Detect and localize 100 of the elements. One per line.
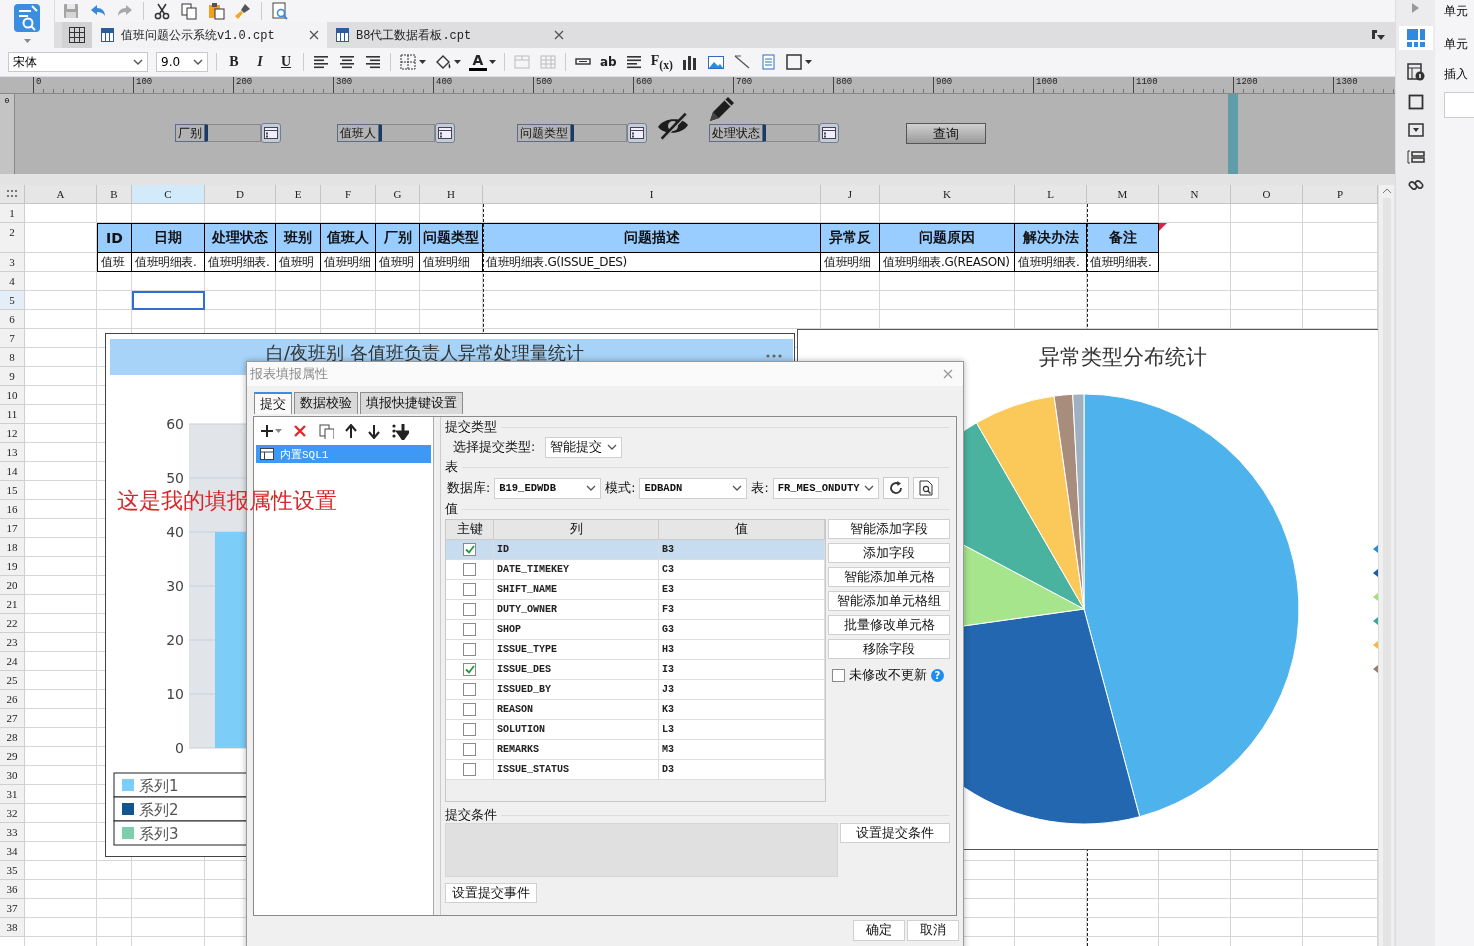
- frame-icon[interactable]: [1407, 94, 1424, 110]
- image-icon[interactable]: [706, 53, 725, 71]
- dialog-button[interactable]: 取消: [907, 920, 959, 941]
- scroll-up-icon[interactable]: [1381, 188, 1392, 194]
- row-header[interactable]: 7: [0, 329, 25, 348]
- caret-icon[interactable]: [732, 485, 743, 491]
- row-header[interactable]: 2: [0, 223, 25, 253]
- action-button[interactable]: 智能添加单元格: [828, 567, 950, 587]
- row-header[interactable]: 12: [0, 424, 25, 443]
- row-header[interactable]: 3: [0, 253, 25, 272]
- row-header[interactable]: 32: [0, 804, 25, 823]
- form-widget-button[interactable]: [435, 123, 455, 143]
- paste-icon[interactable]: [207, 2, 225, 20]
- caret-icon[interactable]: [454, 60, 461, 64]
- field-row[interactable]: DUTY_OWNER F3: [446, 600, 825, 620]
- italic-button[interactable]: I: [251, 54, 269, 70]
- row-header[interactable]: 15: [0, 481, 25, 500]
- checkbox[interactable]: [463, 603, 476, 616]
- checkbox[interactable]: [463, 723, 476, 736]
- row-header[interactable]: 5: [0, 291, 25, 310]
- column-header[interactable]: I: [483, 185, 821, 204]
- caret-icon[interactable]: [863, 485, 874, 491]
- column-header[interactable]: F: [321, 185, 376, 204]
- row-header[interactable]: 23: [0, 633, 25, 652]
- action-button[interactable]: 设置提交事件: [445, 883, 537, 903]
- checkbox[interactable]: [463, 583, 476, 596]
- cut-icon[interactable]: [153, 2, 171, 20]
- field-row[interactable]: ISSUE_DES I3: [446, 660, 825, 680]
- file-tab[interactable]: B8代工数据看板.cpt: [327, 22, 572, 48]
- close-icon[interactable]: [554, 30, 564, 40]
- file-tab[interactable]: 值班问题公示系统v1.0.cpt: [92, 22, 327, 48]
- caret-icon[interactable]: [489, 60, 496, 64]
- merge-cells-icon[interactable]: [513, 53, 531, 71]
- field-row[interactable]: ISSUED_BY J3: [446, 680, 825, 700]
- row-header[interactable]: 25: [0, 671, 25, 690]
- row-header[interactable]: 35: [0, 861, 25, 880]
- row-header[interactable]: 26: [0, 690, 25, 709]
- row-header[interactable]: 21: [0, 595, 25, 614]
- table-select[interactable]: FR_MES_ONDUTY: [772, 477, 879, 499]
- column-header[interactable]: N: [1159, 185, 1231, 204]
- column-header[interactable]: J: [821, 185, 880, 204]
- text-tool-button[interactable]: ab: [600, 55, 617, 69]
- column-header[interactable]: L: [1015, 185, 1087, 204]
- row-header[interactable]: 1: [0, 204, 25, 223]
- field-row[interactable]: ISSUE_STATUS D3: [446, 760, 825, 780]
- cell-properties-icon[interactable]: [1406, 29, 1425, 47]
- submit-type-select[interactable]: 智能提交: [545, 436, 623, 458]
- checkbox[interactable]: [463, 543, 476, 556]
- align-right-icon[interactable]: [364, 53, 382, 71]
- parameter-field[interactable]: [205, 124, 261, 142]
- preview-button[interactable]: [912, 477, 939, 499]
- row-header[interactable]: 14: [0, 462, 25, 481]
- field-row[interactable]: ISSUE_TYPE H3: [446, 640, 825, 660]
- action-button[interactable]: 批量修改单元格: [828, 615, 950, 635]
- row-header[interactable]: 20: [0, 576, 25, 595]
- checkbox[interactable]: [463, 623, 476, 636]
- row-header[interactable]: 19: [0, 557, 25, 576]
- field-row[interactable]: REMARKS M3: [446, 740, 825, 760]
- action-button[interactable]: 智能添加单元格组: [828, 591, 950, 611]
- row-header[interactable]: 33: [0, 823, 25, 842]
- parameter-field[interactable]: [571, 124, 627, 142]
- parameter-field[interactable]: [379, 124, 435, 142]
- field-row[interactable]: DATE_TIMEKEY C3: [446, 560, 825, 580]
- delete-icon[interactable]: [293, 424, 307, 438]
- column-header[interactable]: M: [1087, 185, 1159, 204]
- form-widget-button[interactable]: [819, 123, 839, 143]
- dialog-button[interactable]: 确定: [853, 920, 905, 941]
- copy-icon[interactable]: [318, 423, 334, 439]
- row-header[interactable]: 29: [0, 747, 25, 766]
- row-header[interactable]: 38: [0, 918, 25, 937]
- dialog-tab[interactable]: 提交: [254, 392, 292, 414]
- arrow-up-icon[interactable]: [345, 423, 357, 439]
- row-header[interactable]: 13: [0, 443, 25, 462]
- action-button[interactable]: 设置提交条件: [840, 823, 950, 843]
- row-header[interactable]: 4: [0, 272, 25, 291]
- formula-button[interactable]: F$_{(x)}$: [650, 52, 673, 72]
- dialog-tab[interactable]: 填报快捷键设置: [360, 392, 463, 414]
- bold-button[interactable]: B: [225, 54, 243, 70]
- column-header[interactable]: E: [276, 185, 321, 204]
- action-button[interactable]: 添加字段: [828, 543, 950, 563]
- pencil-icon[interactable]: [708, 95, 736, 123]
- field-row[interactable]: REASON K3: [446, 700, 825, 720]
- dialog-tab[interactable]: 数据校验: [294, 392, 358, 414]
- row-header[interactable]: 30: [0, 766, 25, 785]
- action-button[interactable]: 移除字段: [828, 639, 950, 659]
- sort-down-icon[interactable]: [391, 422, 409, 440]
- align-center-icon[interactable]: [338, 53, 356, 71]
- arrow-down-icon[interactable]: [368, 423, 380, 439]
- diagonal-line-icon[interactable]: [732, 53, 751, 71]
- align-left-icon[interactable]: [312, 53, 330, 71]
- row-header[interactable]: 8: [0, 348, 25, 367]
- border-icon[interactable]: [399, 53, 417, 71]
- outer-border-icon[interactable]: [784, 53, 803, 71]
- plus-icon[interactable]: [260, 424, 274, 438]
- column-header[interactable]: A: [25, 185, 97, 204]
- row-header[interactable]: 37: [0, 899, 25, 918]
- checkbox[interactable]: [832, 669, 845, 682]
- column-header[interactable]: B: [97, 185, 132, 204]
- font-select[interactable]: 宋体: [8, 52, 148, 72]
- row-header[interactable]: 11: [0, 405, 25, 424]
